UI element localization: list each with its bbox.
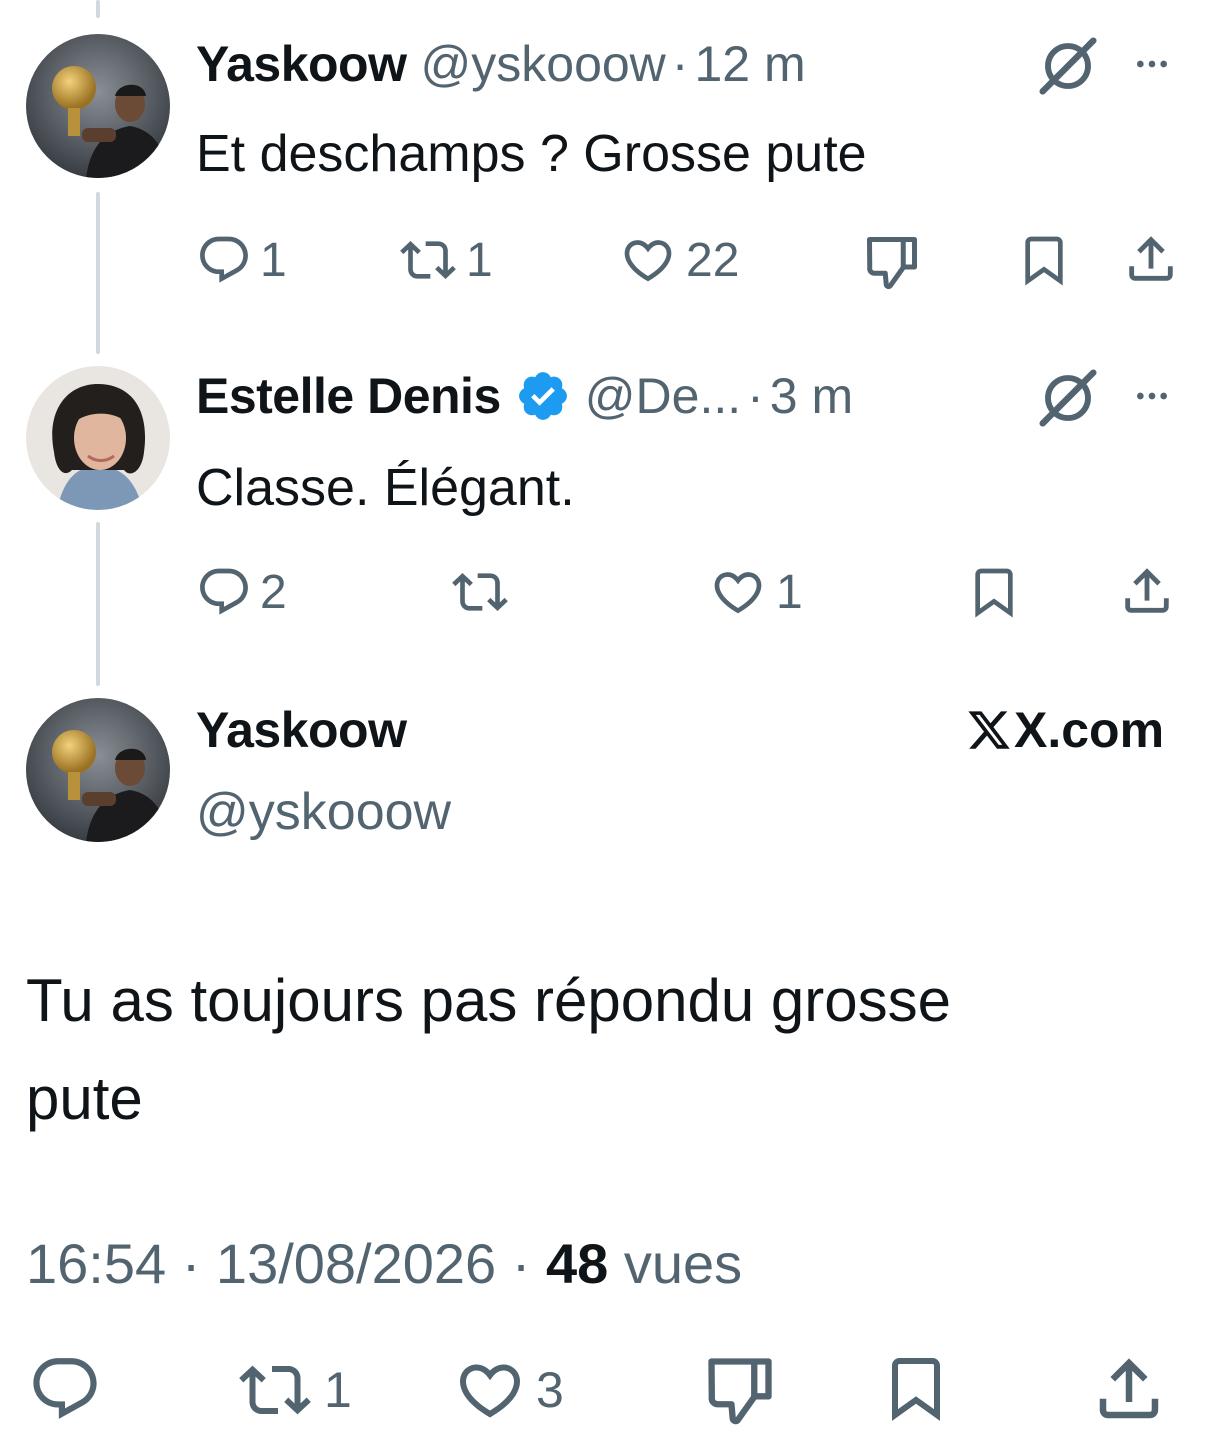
display-name[interactable]: Estelle Denis (196, 367, 501, 425)
repost-icon (450, 564, 510, 620)
user-handle[interactable]: @De... (585, 367, 741, 425)
like-count: 1 (776, 565, 803, 619)
x-logo-icon (968, 711, 1010, 749)
bookmark-icon[interactable] (1016, 232, 1072, 288)
thread-connector-2 (96, 522, 100, 686)
avatar[interactable] (26, 34, 170, 178)
share-icon[interactable] (1090, 1350, 1168, 1428)
more-icon[interactable] (1128, 376, 1176, 416)
more-icon[interactable] (1128, 44, 1176, 84)
dislike-icon[interactable] (862, 232, 922, 292)
reply-count: 1 (260, 233, 287, 287)
views-count: 48 (545, 1232, 609, 1295)
grok-icon[interactable] (1036, 34, 1100, 98)
separator-dot: · (181, 1232, 201, 1295)
display-name[interactable]: Yaskoow (196, 698, 407, 762)
avatar[interactable] (26, 366, 170, 510)
reply-icon (28, 1352, 102, 1426)
bookmark-icon[interactable] (966, 564, 1022, 620)
reply-button[interactable] (28, 1352, 102, 1426)
share-icon[interactable] (1122, 230, 1180, 288)
bookmark-icon[interactable] (880, 1352, 952, 1424)
avatar-image (26, 698, 170, 842)
tweet-text-line-1: Tu as toujours pas répondu grosse (26, 967, 951, 1034)
like-button[interactable]: 3 (452, 1354, 564, 1426)
like-button[interactable]: 22 (618, 232, 739, 288)
tweet-header: Yaskoow @yskooow · 12 m (196, 32, 806, 96)
repost-count: 1 (466, 233, 493, 287)
repost-icon (234, 1354, 316, 1426)
like-count: 3 (536, 1362, 564, 1418)
reply-count: 2 (260, 565, 287, 619)
reply-icon (196, 232, 252, 288)
dislike-icon[interactable] (702, 1352, 778, 1428)
user-handle[interactable]: @yskooow (196, 780, 451, 844)
user-handle[interactable]: @yskooow (421, 35, 666, 93)
separator-dot: · (671, 36, 689, 92)
thread-connector-top (96, 0, 100, 18)
timestamp[interactable]: 12 m (694, 35, 805, 93)
avatar-image (26, 34, 170, 178)
display-name[interactable]: Yaskoow (196, 35, 407, 93)
repost-count: 1 (324, 1362, 352, 1418)
separator-dot: · (747, 368, 764, 424)
like-icon (452, 1354, 528, 1426)
site-watermark: X.com (966, 700, 1164, 760)
repost-button[interactable]: 1 (398, 232, 493, 288)
like-button[interactable]: 1 (708, 564, 803, 620)
like-icon (618, 232, 678, 288)
post-time[interactable]: 16:54 (26, 1232, 166, 1295)
avatar[interactable] (26, 698, 170, 842)
verified-badge-icon (518, 372, 567, 420)
site-name: X.com (1014, 702, 1165, 758)
grok-icon[interactable] (1036, 366, 1100, 430)
reply-icon (196, 564, 252, 620)
tweet-text: Et deschamps ? Grosse pute (196, 125, 867, 183)
reply-button[interactable]: 2 (196, 564, 287, 620)
separator-dot: · (511, 1232, 531, 1295)
repost-icon (398, 232, 458, 288)
repost-button[interactable]: 1 (234, 1354, 352, 1426)
repost-button[interactable] (450, 564, 518, 620)
tweet-meta: 16:54 · 13/08/2026 · 48 vues (26, 1232, 742, 1296)
reply-button[interactable]: 1 (196, 232, 287, 288)
like-count: 22 (686, 233, 740, 287)
tweet-header: Estelle Denis @De... · 3 m (196, 364, 853, 428)
post-date[interactable]: 13/08/2026 (216, 1232, 496, 1295)
avatar-image (26, 366, 170, 510)
timestamp[interactable]: 3 m (770, 367, 853, 425)
share-icon[interactable] (1118, 562, 1176, 620)
tweet-text: Classe. Élégant. (196, 459, 575, 517)
tweet-text-line-2: pute (26, 1065, 143, 1132)
views-label: vues (623, 1232, 743, 1295)
thread-connector-1 (96, 192, 100, 354)
like-icon (708, 564, 768, 620)
